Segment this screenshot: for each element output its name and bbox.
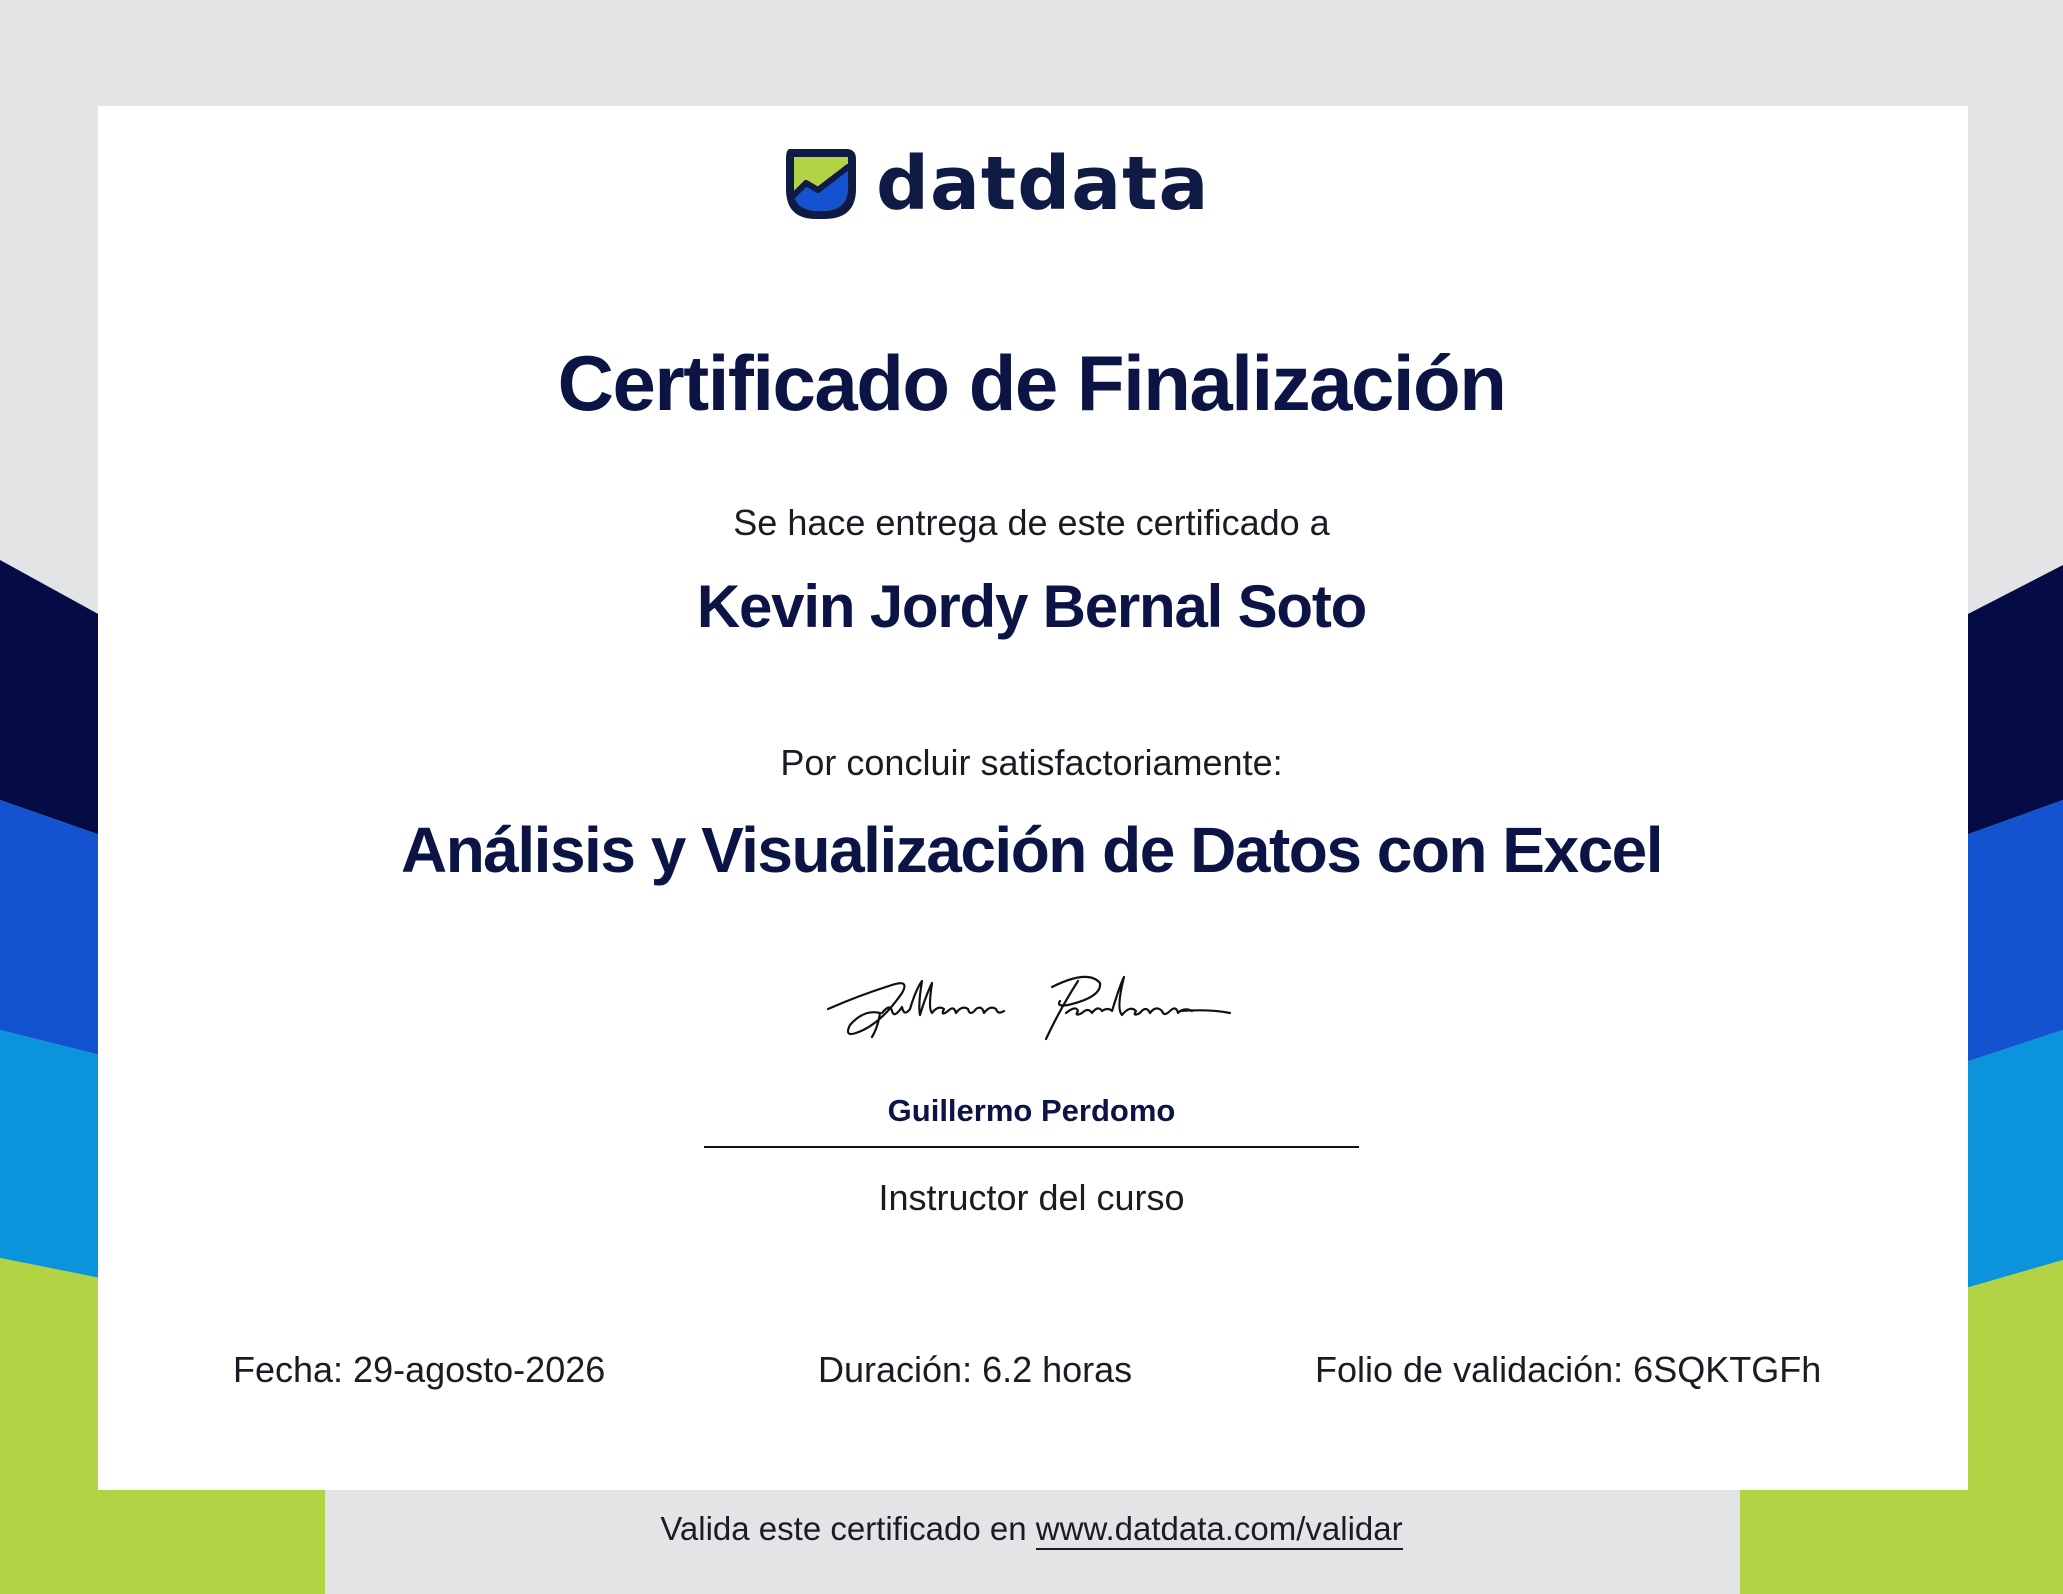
leaf-chart-icon — [786, 149, 856, 219]
course-title: Análisis y Visualización de Datos con Ex… — [400, 814, 1664, 886]
validation-folio: Folio de validación: 6SQKTGFh — [1315, 1349, 1822, 1390]
signature-line — [704, 1146, 1359, 1148]
certificate-card — [98, 106, 1968, 1490]
brand-logo: datdata — [780, 142, 1210, 226]
instructor-name: Guillermo Perdomo — [887, 1093, 1176, 1128]
instructor-role: Instructor del curso — [878, 1177, 1185, 1218]
completion-reason-label: Por concluir satisfactoriamente: — [780, 742, 1283, 783]
presented-to-label: Se hace entrega de este certificado a — [733, 502, 1330, 543]
validation-prefix: Valida este certificado en — [660, 1510, 1027, 1547]
stripe-cyan-left — [0, 1030, 100, 1278]
certificate-title: Certificado de Finalización — [557, 339, 1507, 427]
brand-name: datdata — [876, 141, 1210, 227]
course-duration: Duración: 6.2 horas — [818, 1349, 1133, 1390]
validation-footer: Valida este certificado en www.datdata.c… — [0, 1510, 2063, 1550]
validation-link[interactable]: www.datdata.com/validar — [1035, 1510, 1403, 1550]
issue-date: Fecha: 29-agosto-2026 — [233, 1349, 606, 1390]
instructor-signature — [826, 975, 1232, 1041]
stripe-cyan-right — [1966, 1030, 2063, 1288]
recipient-name: Kevin Jordy Bernal Soto — [696, 573, 1367, 640]
